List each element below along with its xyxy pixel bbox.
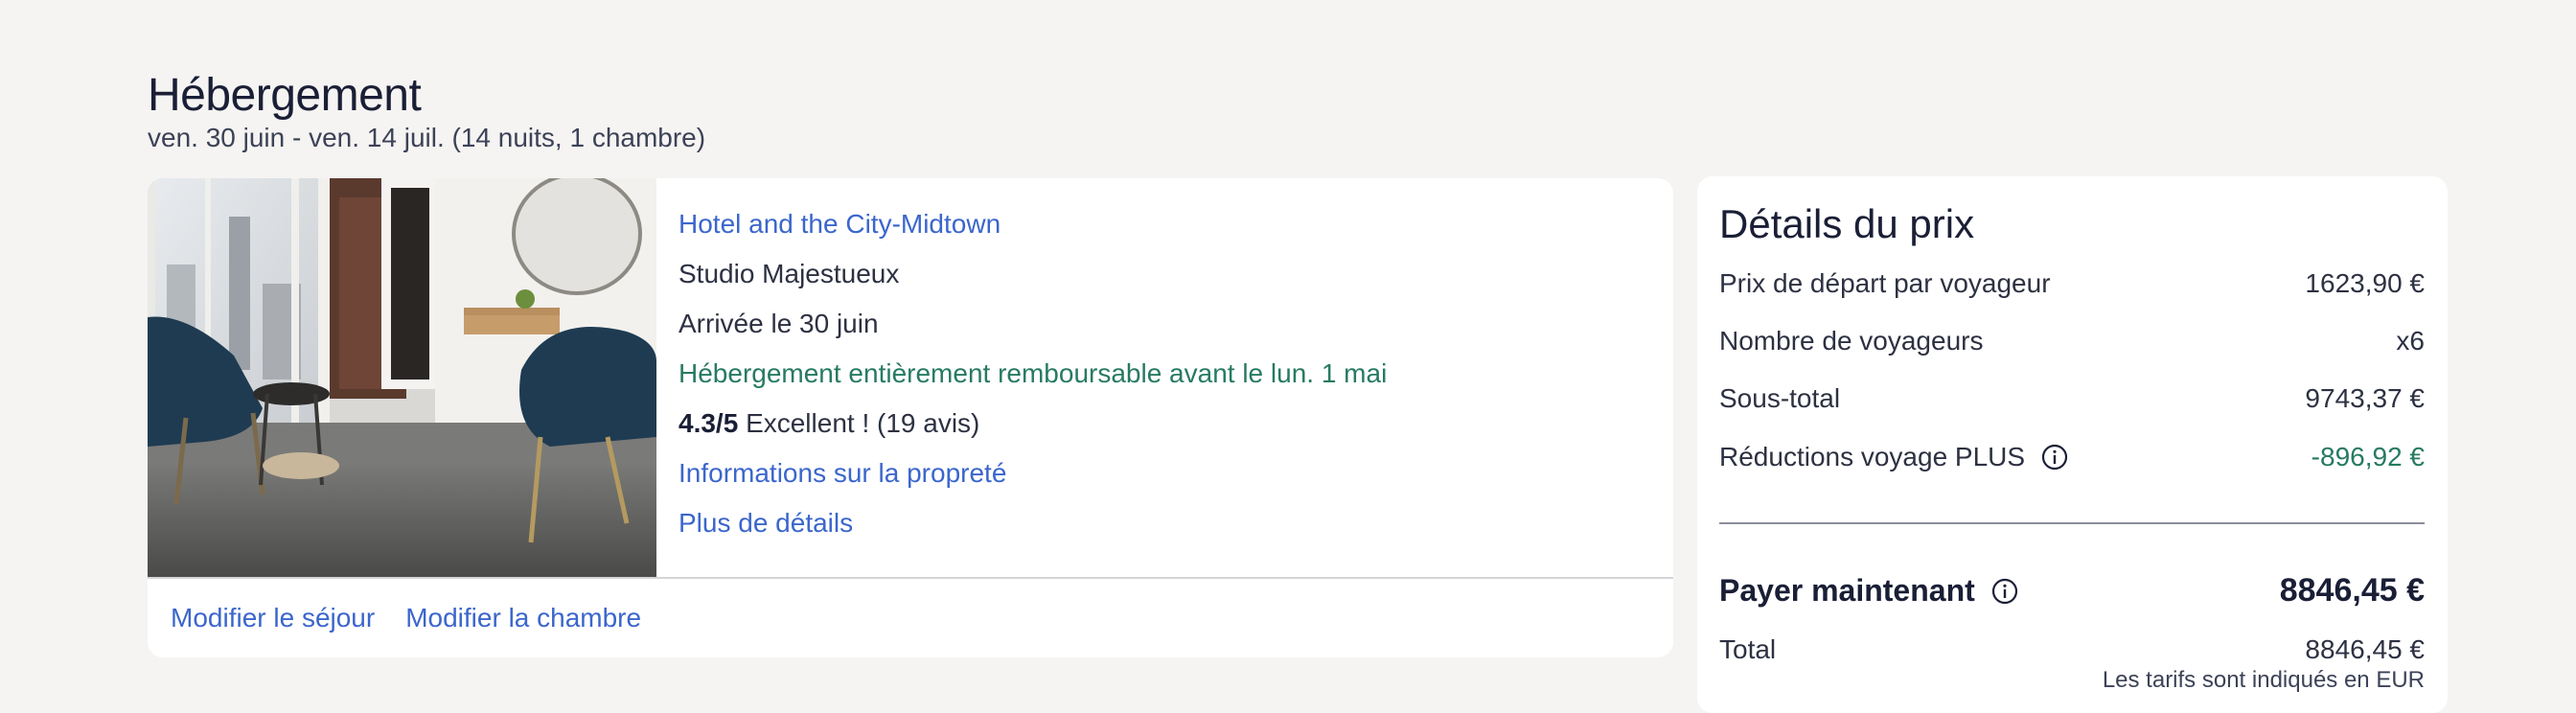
price-row-value: 9743,37 €	[2305, 383, 2425, 413]
price-row-travelers: Nombre de voyageurs x6	[1719, 322, 2425, 360]
hotel-card: Hotel and the City-Midtown Studio Majest…	[148, 178, 1673, 657]
total-label: Total	[1719, 634, 1777, 664]
price-row-discount: Réductions voyage PLUS -896,92 €	[1719, 438, 2425, 476]
price-row-label: Sous-total	[1719, 383, 1841, 413]
more-details-link[interactable]: Plus de détails	[678, 498, 1654, 548]
price-row-subtotal: Sous-total 9743,37 €	[1719, 380, 2425, 418]
price-row-label: Nombre de voyageurs	[1719, 326, 1984, 356]
price-details-card: Détails du prix Prix de départ par voyag…	[1697, 176, 2448, 713]
modify-room-link[interactable]: Modifier la chambre	[405, 603, 641, 633]
refund-policy: Hébergement entièrement remboursable ava…	[678, 358, 1388, 388]
room-type: Studio Majestueux	[678, 259, 900, 288]
price-details-title: Détails du prix	[1719, 201, 1975, 246]
price-row-base: Prix de départ par voyageur 1623,90 €	[1719, 264, 2425, 303]
arrival-date: Arrivée le 30 juin	[678, 309, 879, 338]
info-icon[interactable]	[1990, 576, 2019, 605]
info-icon[interactable]	[2040, 443, 2069, 472]
cleanliness-link[interactable]: Informations sur la propreté	[678, 448, 1654, 498]
pay-now-row: Payer maintenant 8846,45 €	[1719, 571, 2425, 610]
rating-score: 4.3/5	[678, 408, 739, 438]
discount-value: -896,92 €	[2311, 442, 2425, 472]
pay-now-value: 8846,45 €	[2279, 572, 2425, 609]
card-actions: Modifier le séjour Modifier la chambre	[171, 579, 641, 657]
price-row-value: x6	[2396, 326, 2425, 356]
hotel-name-link[interactable]: Hotel and the City-Midtown	[678, 199, 1654, 249]
rating-text: Excellent ! (19 avis)	[746, 408, 980, 438]
hotel-photo[interactable]	[148, 178, 656, 577]
price-row-value: 1623,90 €	[2305, 268, 2425, 298]
modify-stay-link[interactable]: Modifier le séjour	[171, 603, 375, 633]
price-divider	[1719, 522, 2425, 524]
stay-dates: ven. 30 juin - ven. 14 juil. (14 nuits, …	[148, 123, 706, 152]
pay-now-label: Payer maintenant	[1719, 573, 1975, 608]
total-value: 8846,45 €	[2305, 634, 2425, 664]
rating: 4.3/5 Excellent ! (19 avis)	[678, 399, 1654, 448]
currency-note: Les tarifs sont indiqués en EUR	[2102, 667, 2425, 693]
price-row-label: Prix de départ par voyageur	[1719, 268, 2051, 298]
page-title: Hébergement	[148, 70, 422, 121]
total-row: Total 8846,45 €	[1719, 631, 2425, 669]
price-row-label: Réductions voyage PLUS	[1719, 442, 2026, 472]
